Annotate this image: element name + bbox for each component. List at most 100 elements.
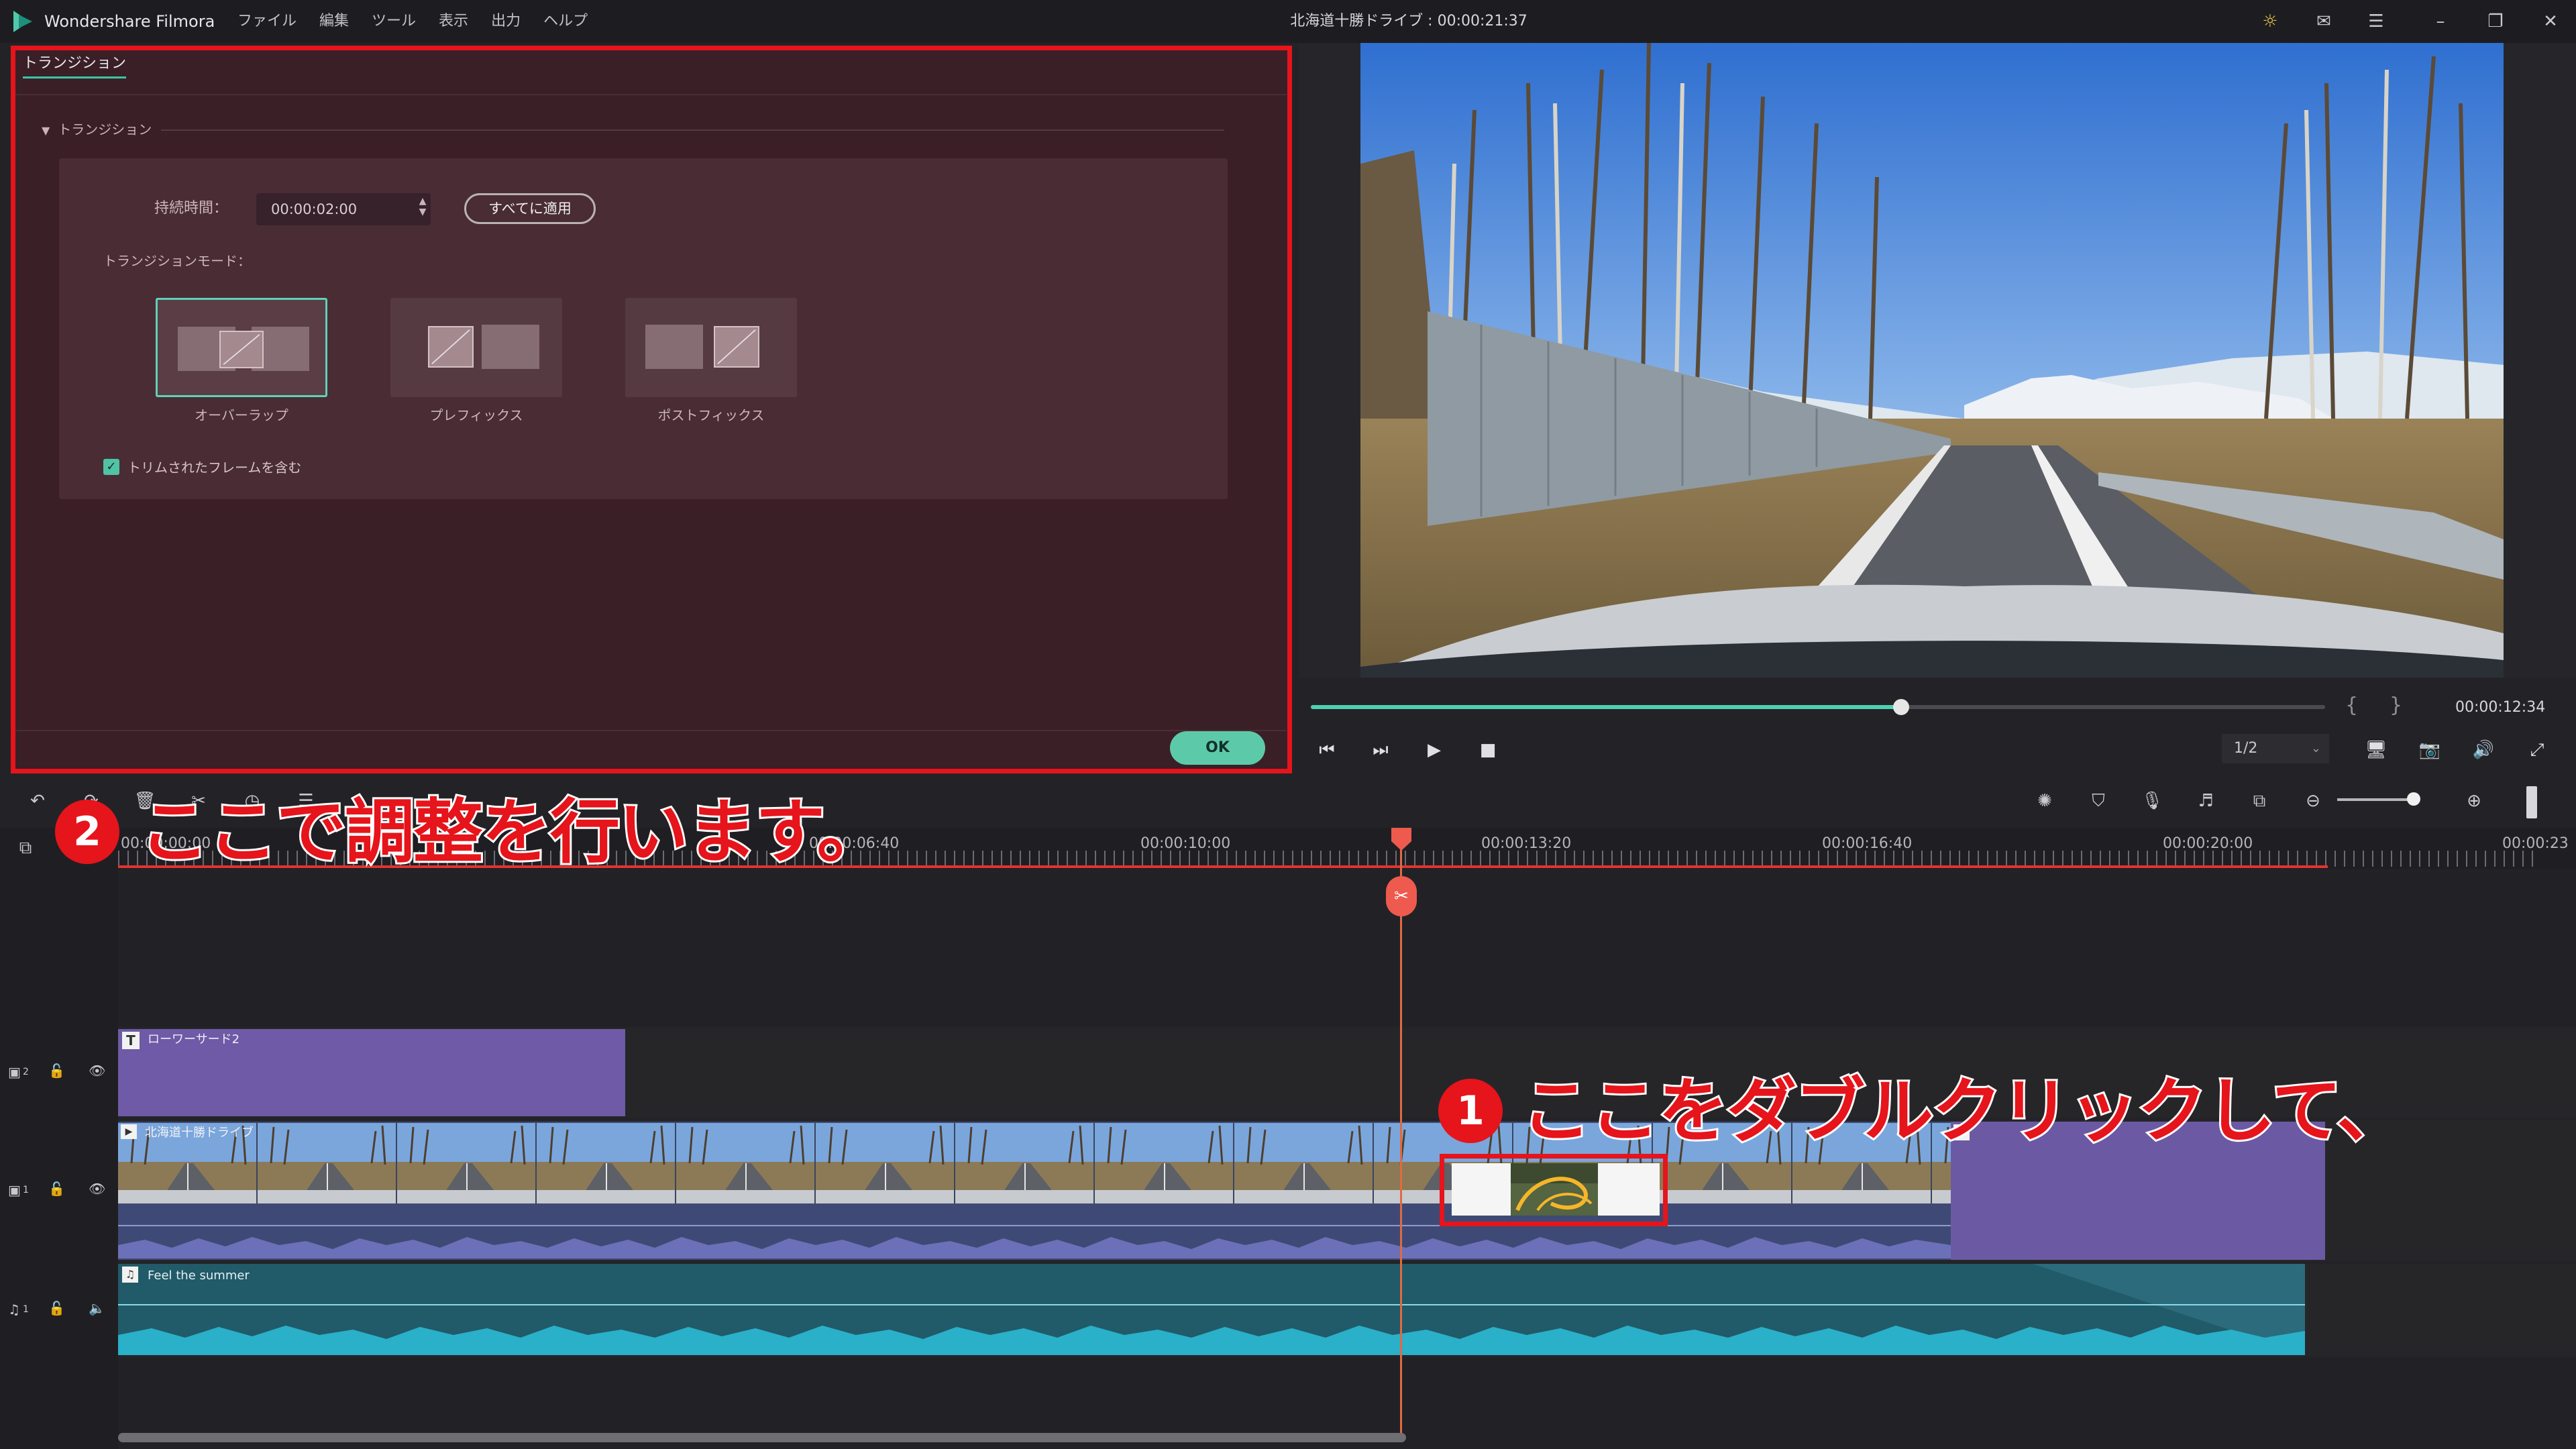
playhead-line — [1400, 839, 1402, 1442]
trim-frames-checkbox[interactable]: ✓ — [103, 459, 119, 475]
video-audio-waveform — [118, 1237, 1951, 1258]
apply-all-button[interactable]: すべてに適用 — [464, 193, 596, 224]
close-icon[interactable]: ✕ — [2537, 8, 2564, 35]
volume-icon[interactable]: 🔊 — [2470, 737, 2497, 763]
previous-frame-icon[interactable]: ⏮ — [1313, 737, 1340, 763]
snapshot-icon[interactable]: ⧉ — [2246, 788, 2273, 814]
mark-in-icon[interactable]: { — [2345, 694, 2358, 717]
lock-icon[interactable]: 🔓 — [48, 1300, 65, 1316]
play-icon[interactable]: ▶ — [1421, 737, 1448, 763]
marker-icon[interactable]: ⛉ — [2085, 788, 2112, 814]
menu-help[interactable]: ヘルプ — [541, 9, 590, 34]
zoom-slider-handle[interactable] — [2407, 792, 2420, 806]
app-name: Wondershare Filmora — [44, 12, 215, 31]
seek-bar-handle[interactable] — [1893, 699, 1909, 715]
video-clip-label: 北海道十勝ドライブ — [145, 1126, 254, 1140]
mark-out-icon[interactable]: } — [2390, 694, 2402, 717]
mode-overlap-card[interactable] — [156, 298, 327, 397]
eye-icon[interactable]: 👁 — [89, 1181, 105, 1197]
transition-highlight-box — [1440, 1154, 1668, 1226]
playback-quality-select[interactable]: 1/2 ⌄ — [2222, 734, 2329, 763]
step-1-badge: 1 — [1438, 1079, 1503, 1143]
mail-icon[interactable]: ✉ — [2310, 8, 2337, 35]
mode-prefix-label: プレフィックス — [429, 407, 523, 423]
mode-prefix-card[interactable] — [390, 298, 562, 397]
mode-postfix-card[interactable] — [625, 298, 797, 397]
list-menu-icon[interactable]: ☰ — [2363, 8, 2390, 35]
snapshot-camera-icon[interactable]: 📷 — [2416, 737, 2443, 763]
audio-track-header: ♫ 1 🔓 🔈 — [0, 1264, 118, 1356]
tab-divider — [15, 94, 1287, 95]
trim-frames-label: トリムされたフレームを含む — [127, 460, 302, 476]
transition-mode-label: トランジションモード： — [103, 253, 251, 269]
microphone-icon[interactable]: 🎙 — [2139, 788, 2165, 814]
zoom-in-icon[interactable]: ⊕ — [2461, 788, 2487, 814]
panel-toggle-icon[interactable] — [2526, 786, 2537, 818]
menu-file[interactable]: ファイル — [235, 9, 299, 34]
duration-input[interactable]: 00:00:02:00 — [256, 193, 431, 225]
audio-waveform — [118, 1326, 2305, 1355]
ok-button[interactable]: OK — [1170, 731, 1265, 765]
zoom-slider[interactable] — [2337, 798, 2418, 801]
step-2-badge: 2 — [55, 800, 119, 864]
section-title: トランジション — [58, 121, 152, 138]
ruler-label: 00:00:16:40 — [1822, 835, 1913, 852]
ruler-label: 00:00:23 — [2502, 835, 2569, 852]
menu-tools[interactable]: ツール — [369, 9, 419, 34]
minimize-icon[interactable]: – — [2427, 8, 2454, 35]
title-track-header: ▣ 2 🔓 👁 — [0, 1028, 118, 1118]
video-type-icon: ▶ — [121, 1124, 137, 1139]
ruler-label: 00:00:13:20 — [1481, 835, 1572, 852]
lightbulb-icon[interactable]: ☼ — [2257, 8, 2284, 35]
video-track-header: ▣ 1 🔓 👁 — [0, 1120, 118, 1261]
audio-type-icon: ♫ — [122, 1267, 138, 1283]
audio-volume-line[interactable] — [118, 1304, 2305, 1305]
step-1-annotation: ここをダブルクリックして、 — [1519, 1069, 2409, 1153]
fullscreen-icon[interactable]: ⤢ — [2524, 737, 2551, 763]
tab-transition[interactable]: トランジション — [23, 54, 127, 78]
lock-icon[interactable]: 🔓 — [48, 1181, 65, 1197]
video-track-icon: ▣ — [8, 1182, 21, 1198]
timeline-horizontal-scrollbar[interactable] — [118, 1433, 1406, 1442]
track-number: 1 — [23, 1304, 29, 1315]
speaker-icon[interactable]: 🔈 — [89, 1300, 105, 1316]
playback-quality-value: 1/2 — [2234, 740, 2258, 757]
menu-export[interactable]: 出力 — [488, 9, 523, 34]
menu-edit[interactable]: 編集 — [317, 9, 352, 34]
empty-track-area — [118, 872, 2576, 1026]
zoom-out-icon[interactable]: ⊖ — [2300, 788, 2326, 814]
split-scissor-icon[interactable]: ✂ — [1386, 876, 1417, 916]
restore-icon[interactable]: ❐ — [2482, 8, 2509, 35]
mode-overlap-label: オーバーラップ — [195, 407, 288, 423]
video-track-icon: ▣ — [8, 1064, 21, 1080]
section-header[interactable]: ▼ トランジション — [42, 119, 152, 141]
track-number: 1 — [23, 1185, 29, 1195]
ruler-label: 00:00:20:00 — [2163, 835, 2253, 852]
title-clip-label: ローワーサード2 — [148, 1032, 240, 1046]
stop-icon[interactable]: ■ — [1474, 737, 1501, 763]
step-forward-icon[interactable]: ⏭ — [1367, 737, 1394, 763]
seek-bar-progress — [1311, 705, 1900, 709]
menu-bar: ファイル 編集 ツール 表示 出力 ヘルプ — [235, 9, 590, 34]
add-track-icon[interactable]: ⧉ — [12, 835, 39, 861]
mode-postfix-label: ポストフィックス — [657, 407, 765, 423]
duration-label: 持続時間： — [154, 200, 229, 217]
filmora-logo-icon — [13, 11, 32, 32]
ruler-label: 00:00:10:00 — [1140, 835, 1231, 852]
preview-video-frame — [1360, 43, 2504, 678]
lock-icon[interactable]: 🔓 — [48, 1063, 65, 1079]
playhead-handle[interactable] — [1390, 826, 1413, 852]
chevron-down-icon: ⌄ — [2310, 741, 2321, 755]
panel-footer-divider — [15, 730, 1287, 731]
duration-stepper-icon[interactable]: ▲ ▼ — [415, 196, 431, 223]
audio-mixer-icon[interactable]: ♬ — [2192, 788, 2219, 814]
audio-clip-label: Feel the summer — [148, 1269, 250, 1283]
step-2-annotation: ここで調整を行います。 — [138, 790, 889, 874]
monitor-icon[interactable]: 🖥 — [2363, 737, 2390, 763]
undo-icon[interactable]: ↶ — [24, 788, 51, 814]
menu-view[interactable]: 表示 — [436, 9, 471, 34]
title-type-icon: T — [122, 1032, 140, 1049]
track-number: 2 — [23, 1067, 29, 1077]
eye-icon[interactable]: 👁 — [89, 1063, 105, 1079]
render-icon[interactable]: ✺ — [2031, 788, 2058, 814]
